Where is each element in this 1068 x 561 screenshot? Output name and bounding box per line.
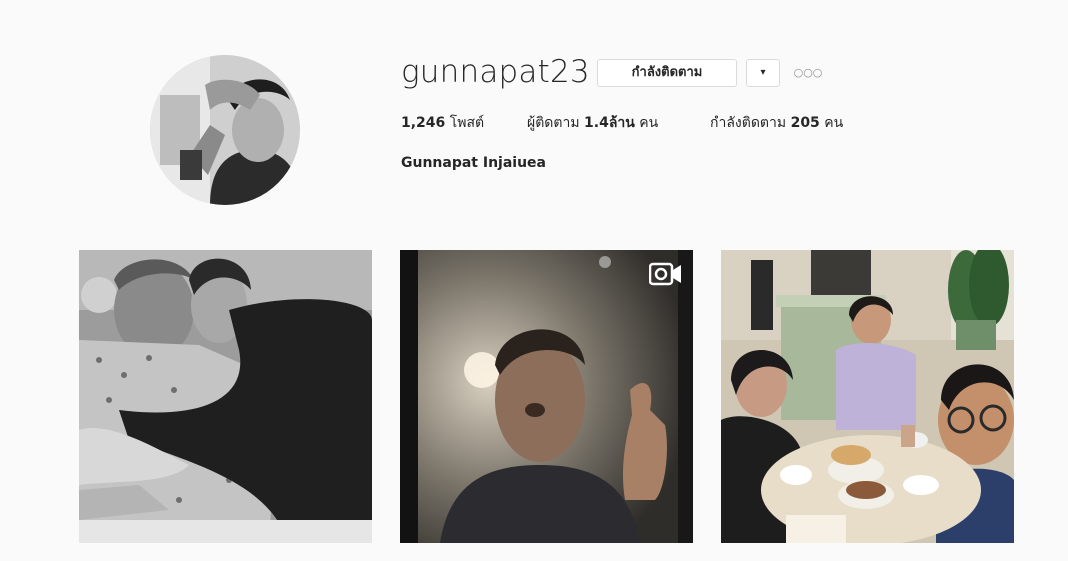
followers-label: ผู้ติดตาม [527,115,580,131]
posts-count: 1,246 [401,115,446,131]
followers-count: 1.4ล้าน [584,115,635,131]
post-thumbnail-3[interactable] [721,250,1014,543]
video-camera-icon [649,262,683,286]
profile-full-name: Gunnapat Injaiuea [401,155,547,171]
suggestions-dropdown-button[interactable]: ▾ [746,59,780,87]
following-unit: คน [824,115,844,131]
following-count: 205 [790,115,820,131]
more-options-icon: ○○○ [793,66,823,79]
following-button[interactable]: กำลังติดตาม [597,59,737,87]
options-button[interactable]: ○○○ [793,63,823,83]
post-image-1 [79,250,372,543]
profile-page: gunnapat23 กำลังติดตาม ▾ ○○○ 1,246 โพสต์… [0,0,1068,561]
post-thumbnail-1[interactable] [79,250,372,543]
post-thumbnail-2[interactable] [400,250,693,543]
chevron-down-icon: ▾ [760,67,766,78]
stat-following[interactable]: กำลังติดตาม 205 คน [710,113,843,133]
post-image-2 [400,250,693,543]
stat-posts: 1,246 โพสต์ [401,113,484,133]
posts-label: โพสต์ [449,115,485,131]
profile-username: gunnapat23 [401,54,590,90]
stat-followers[interactable]: ผู้ติดตาม 1.4ล้าน คน [527,113,658,133]
profile-avatar[interactable] [150,55,300,205]
following-label: กำลังติดตาม [710,115,787,131]
post-image-3 [721,250,1014,543]
avatar-image [150,55,300,205]
followers-unit: คน [639,115,659,131]
